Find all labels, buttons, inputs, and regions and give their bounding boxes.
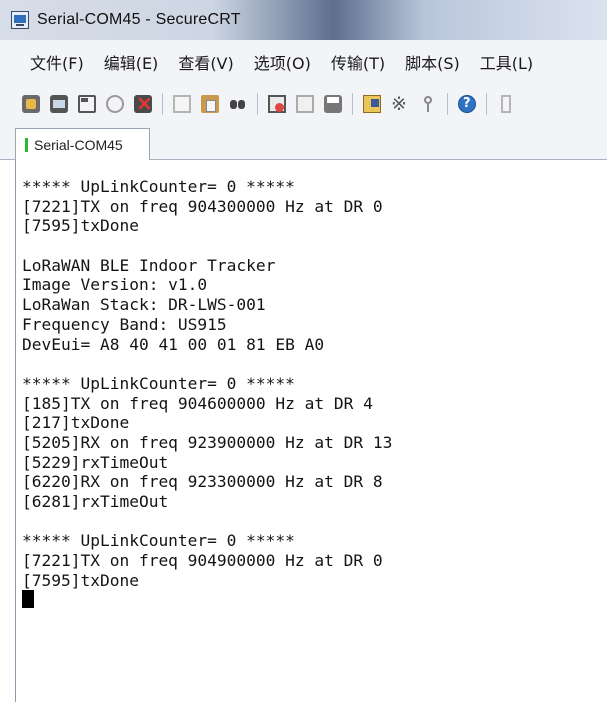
session-options-button[interactable] [361, 93, 383, 115]
find-icon [229, 95, 247, 113]
terminal-line: LoRaWAN BLE Indoor Tracker [22, 255, 276, 275]
quick-connect-icon [50, 95, 68, 113]
tab-serial-com45[interactable]: Serial-COM45 [15, 128, 150, 160]
menu-file[interactable]: 文件(F) [30, 50, 84, 74]
keymap-icon [419, 95, 437, 113]
quick-connect-button[interactable] [48, 93, 70, 115]
toolbar-separator [257, 93, 258, 115]
toolbar-separator [352, 93, 353, 115]
connect-button[interactable] [20, 93, 42, 115]
securecrt-app-icon[interactable] [11, 11, 29, 29]
global-options-icon [391, 93, 409, 115]
title-bar[interactable]: Serial-COM45 - SecureCRT [0, 0, 607, 40]
print-selection-button[interactable] [294, 93, 316, 115]
paste-button[interactable] [199, 93, 221, 115]
toolbar-separator [162, 93, 163, 115]
print-selection-icon [296, 95, 314, 113]
menu-view[interactable]: 查看(V) [178, 50, 233, 74]
terminal-line: [5229]rxTimeOut [22, 452, 169, 472]
disconnect-icon [134, 91, 153, 115]
terminal-line: Frequency Band: US915 [22, 314, 227, 334]
more-button[interactable] [495, 93, 517, 115]
toolbar [0, 84, 607, 124]
menu-script[interactable]: 脚本(S) [405, 50, 460, 74]
terminal-line: [6281]rxTimeOut [22, 492, 169, 511]
terminal-line: Image Version: v1.0 [22, 275, 208, 295]
session-tab-strip: Serial-COM45 [0, 124, 607, 160]
print-button[interactable] [322, 93, 344, 115]
menu-options[interactable]: 选项(O) [254, 50, 311, 74]
find-button[interactable] [227, 93, 249, 115]
terminal-line: DevEui= A8 40 41 00 01 81 EB A0 [22, 334, 325, 354]
print-icon [324, 95, 342, 113]
menu-transfer[interactable]: 传输(T) [331, 50, 385, 74]
terminal-line: [217]txDone [22, 413, 130, 433]
terminal-line: ***** UpLinkCounter= 0 ***** [22, 531, 295, 551]
toolbar-separator [486, 93, 487, 115]
menu-bar: 文件(F) 编辑(E) 查看(V) 选项(O) 传输(T) 脚本(S) 工具(L… [0, 40, 607, 84]
terminal-line: [185]TX on freq 904600000 Hz at DR 4 [22, 393, 373, 413]
reconnect-button[interactable] [104, 93, 126, 115]
connect-icon [22, 95, 40, 113]
keymap-button[interactable] [417, 93, 439, 115]
print-setup-button[interactable] [266, 93, 288, 115]
terminal-line: [7595]txDone [22, 570, 139, 590]
reconnect-icon [106, 95, 124, 113]
print-setup-icon [268, 95, 286, 113]
menu-edit[interactable]: 编辑(E) [104, 50, 159, 74]
terminal-line: ***** UpLinkCounter= 0 ***** [22, 373, 295, 393]
global-options-button[interactable] [389, 93, 411, 115]
help-icon [458, 95, 476, 113]
terminal-line: [7595]txDone [22, 216, 139, 236]
terminal-line: [5205]RX on freq 923900000 Hz at DR 13 [22, 432, 393, 452]
disconnect-button[interactable] [132, 91, 154, 115]
connect-in-tab-icon [78, 95, 96, 113]
connect-in-tab-button[interactable] [76, 93, 98, 115]
terminal-line: [7221]TX on freq 904300000 Hz at DR 0 [22, 196, 383, 216]
terminal-line: [7221]TX on freq 904900000 Hz at DR 0 [22, 551, 383, 571]
securecrt-window: Serial-COM45 - SecureCRT 文件(F) 编辑(E) 查看(… [0, 0, 607, 702]
text-cursor [22, 590, 34, 609]
terminal-line: [6220]RX on freq 923300000 Hz at DR 8 [22, 472, 383, 492]
copy-button[interactable] [171, 93, 193, 115]
tab-label: Serial-COM45 [34, 136, 123, 153]
copy-icon [173, 95, 191, 113]
terminal-output[interactable]: ***** UpLinkCounter= 0 ***** [7221]TX on … [15, 160, 607, 702]
terminal-line: LoRaWan Stack: DR-LWS-001 [22, 295, 266, 315]
help-button[interactable] [456, 93, 478, 115]
terminal-cursor-line [22, 590, 607, 610]
connected-status-indicator [25, 137, 28, 152]
session-options-icon [363, 95, 381, 113]
menu-tools[interactable]: 工具(L) [480, 50, 533, 74]
terminal-line: ***** UpLinkCounter= 0 ***** [22, 177, 295, 196]
paste-icon [201, 95, 219, 113]
window-title: Serial-COM45 - SecureCRT [37, 11, 241, 28]
toolbar-separator [447, 93, 448, 115]
more-icon [501, 95, 511, 113]
